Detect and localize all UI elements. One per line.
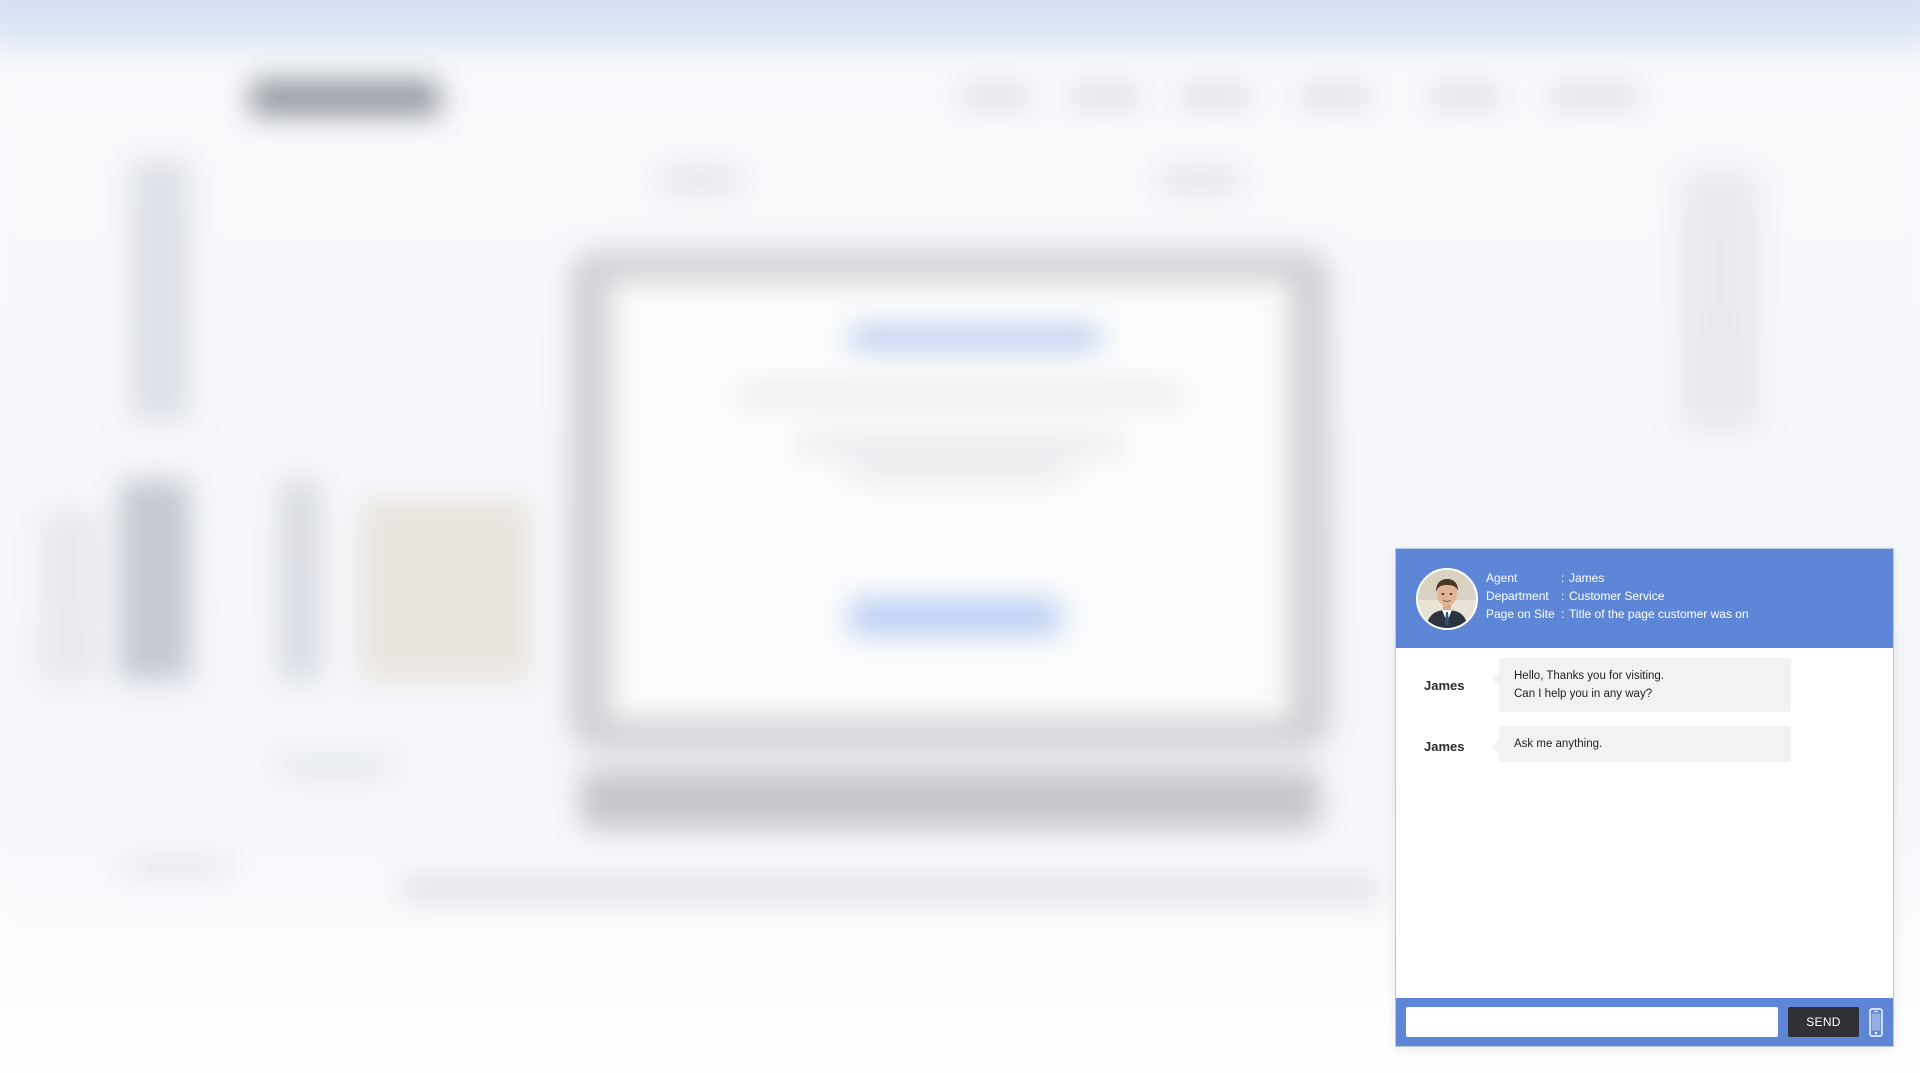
background-nav-item <box>1070 90 1140 102</box>
background-shape <box>280 480 320 680</box>
agent-avatar <box>1416 568 1478 630</box>
message-text: Ask me anything. <box>1514 738 1603 750</box>
message-bubble: Ask me anything. <box>1492 726 1791 762</box>
page-on-site-value: Title of the page customer was on <box>1569 607 1749 621</box>
separator: : <box>1561 607 1565 621</box>
page-on-site-label: Page on Site <box>1486 607 1555 621</box>
background-screen-button <box>850 600 1060 634</box>
message-text: Can I help you in any way? <box>1514 688 1653 700</box>
background-heading <box>660 170 740 190</box>
background-nav-item <box>1550 90 1640 102</box>
message-sender: James <box>1424 739 1465 754</box>
agent-label: Agent <box>1486 571 1518 585</box>
background-screen-line <box>850 465 1070 475</box>
agent-info: Agent : James Department : Customer Serv… <box>1486 569 1749 623</box>
background-logo <box>250 80 440 116</box>
background-screen-line <box>800 440 1120 450</box>
live-chat-widget: Agent : James Department : Customer Serv… <box>1395 548 1894 1047</box>
background-laptop-base <box>580 770 1320 830</box>
agent-row: Agent : James <box>1486 569 1749 587</box>
background-screen-line <box>740 390 1180 400</box>
message-list[interactable]: James Hello, Thanks you for visiting. Ca… <box>1396 648 1893 998</box>
page-on-site-row: Page on Site : Title of the page custome… <box>1486 605 1749 623</box>
phone-icon[interactable] <box>1867 1007 1885 1038</box>
background-shape <box>360 500 530 680</box>
chat-message-input[interactable] <box>1406 1007 1778 1037</box>
chat-header: Agent : James Department : Customer Serv… <box>1396 549 1893 648</box>
background-shape <box>120 480 190 680</box>
chat-composer: SEND <box>1396 998 1893 1046</box>
background-shape <box>40 510 100 680</box>
department-row: Department : Customer Service <box>1486 587 1749 605</box>
background-nav-item <box>1300 90 1370 102</box>
background-top-band <box>0 0 1920 52</box>
background-text <box>280 760 390 774</box>
message-bubble: Hello, Thanks you for visiting. Can I he… <box>1492 658 1791 712</box>
department-value: Customer Service <box>1569 589 1665 603</box>
phone-icon-graphic <box>1869 1008 1883 1037</box>
message-text: Hello, Thanks you for visiting. <box>1514 670 1664 682</box>
background-nav-item <box>1430 90 1500 102</box>
background-shelf <box>400 880 1380 898</box>
agent-avatar-image <box>1418 570 1476 628</box>
department-label: Department <box>1486 589 1549 603</box>
background-nav-item <box>1180 90 1250 102</box>
background-heading <box>1160 170 1240 190</box>
background-text <box>120 860 230 874</box>
agent-value: James <box>1569 571 1605 585</box>
background-nav-item <box>960 90 1030 102</box>
background-laptop-screen <box>610 280 1290 720</box>
send-button[interactable]: SEND <box>1788 1007 1859 1037</box>
background-column <box>130 160 190 420</box>
background-screen-title <box>850 330 1100 346</box>
separator: : <box>1561 589 1565 603</box>
message-sender: James <box>1424 678 1465 693</box>
background-column <box>1680 170 1760 430</box>
separator: : <box>1561 571 1565 585</box>
